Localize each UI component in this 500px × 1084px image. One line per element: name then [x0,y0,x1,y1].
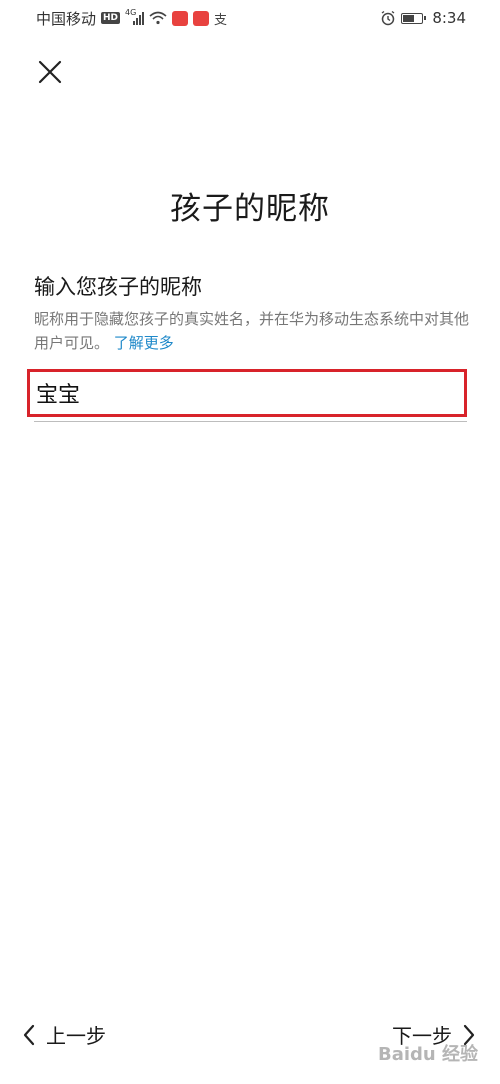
alarm-icon [381,10,395,26]
page-title: 孩子的昵称 [170,191,330,227]
status-left: 中国移动 HD 4G 支 [36,8,227,29]
nickname-input[interactable] [36,380,464,406]
status-bar: 中国移动 HD 4G 支 8:34 [0,0,500,36]
signal-icon: 4G [125,8,145,25]
learn-more-link[interactable]: 了解更多 [114,334,174,352]
section-heading: 输入您孩子的昵称 [34,275,202,299]
battery-icon [401,12,427,24]
screen: 中国移动 HD 4G 支 8:34 孩子的昵称 输入您孩子的昵称 昵称用于隐藏您… [0,0,500,1084]
network-type-label: 4G [125,8,137,17]
wifi-icon [149,11,167,25]
time-label: 8:34 [432,9,466,27]
app-notification-icon [193,10,210,26]
next-step-button[interactable]: 下一步 [392,1020,476,1049]
nickname-input-highlight [27,369,467,417]
next-step-label: 下一步 [392,1024,452,1048]
close-icon [38,60,62,84]
carrier-label: 中国移动 [36,9,97,28]
input-underline [34,421,467,422]
previous-step-button[interactable]: 上一步 [22,1020,106,1049]
previous-step-label: 上一步 [46,1024,106,1048]
alipay-icon: 支 [214,12,228,28]
chevron-right-icon [463,1024,475,1045]
app-notification-icon [172,10,189,26]
close-button[interactable] [36,58,64,86]
status-right: 8:34 [380,9,466,27]
description-text: 昵称用于隐藏您孩子的真实姓名，并在华为移动生态系统中对其他用户可见。 了解更多 [34,307,474,355]
description-body: 昵称用于隐藏您孩子的真实姓名，并在华为移动生态系统中对其他用户可见。 [34,310,470,352]
hd-icon: HD [101,12,121,24]
chevron-left-icon [23,1024,35,1045]
